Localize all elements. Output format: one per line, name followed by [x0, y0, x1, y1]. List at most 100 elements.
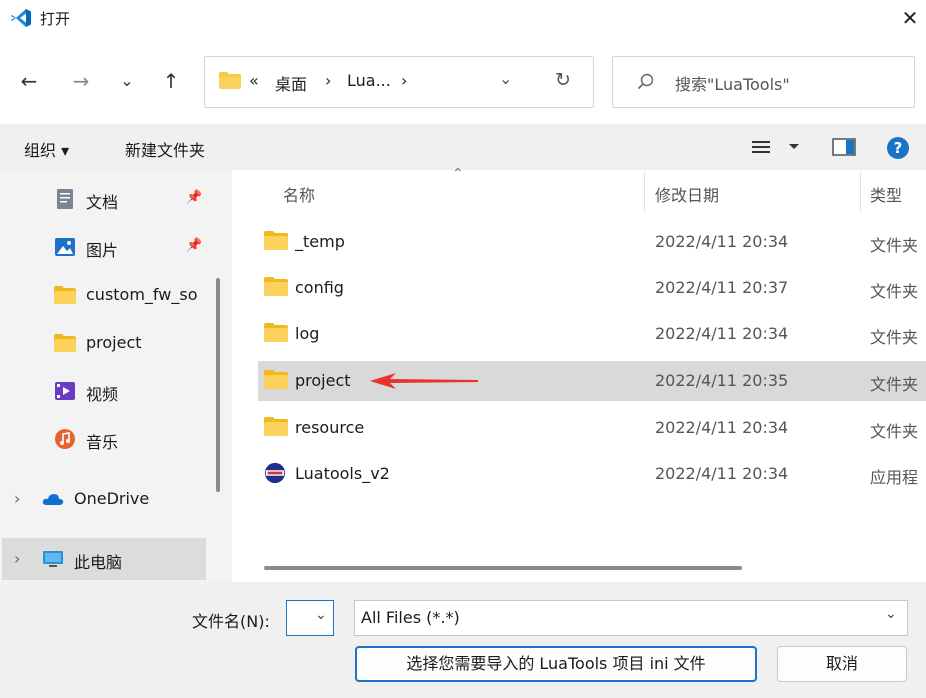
sidebar-item-videos[interactable]: 视频 — [0, 370, 210, 414]
expand-chevron-icon[interactable]: › — [14, 549, 20, 568]
file-name: project — [295, 371, 351, 390]
file-type: 文件夹 — [870, 422, 919, 441]
back-button[interactable]: ← — [14, 66, 44, 96]
file-name: resource — [295, 418, 365, 437]
address-dropdown-button[interactable]: ⌄ — [499, 69, 512, 88]
folder-icon — [264, 231, 288, 250]
sidebar-item-this-pc[interactable]: › 此电脑 — [0, 538, 210, 582]
forward-button[interactable]: → — [66, 66, 96, 96]
file-date: 2022/4/11 20:34 — [655, 324, 789, 343]
filename-combobox[interactable]: ⌄ — [286, 600, 334, 636]
sidebar-item-label: 图片 — [86, 241, 119, 260]
luatools-app-icon — [264, 462, 286, 484]
filename-label: 文件名(N): — [192, 612, 270, 631]
computer-icon — [43, 551, 63, 567]
sort-ascending-icon: ⌃ — [452, 166, 464, 182]
chevron-down-icon[interactable]: ⌄ — [315, 607, 327, 623]
folder-icon — [54, 334, 76, 352]
column-separator[interactable] — [644, 172, 645, 212]
navigation-scrollbar[interactable] — [216, 278, 220, 492]
file-type: 文件夹 — [870, 282, 919, 301]
column-header-type[interactable]: 类型 — [870, 182, 902, 206]
sidebar-item-pictures[interactable]: 图片 📌 — [0, 226, 210, 270]
sidebar-item-onedrive[interactable]: › OneDrive — [0, 478, 210, 522]
pin-icon: 📌 — [186, 190, 203, 205]
breadcrumb-separator: › — [325, 71, 332, 90]
filetype-select[interactable]: All Files (*.*) ⌄ — [354, 600, 908, 636]
breadcrumb-luatools[interactable]: Lua... — [347, 71, 391, 90]
file-row-project[interactable]: project 2022/4/11 20:35 文件夹 — [258, 361, 926, 401]
sidebar-item-label: 文档 — [86, 193, 119, 212]
expand-chevron-icon[interactable]: › — [14, 489, 20, 508]
music-icon — [55, 429, 75, 449]
pin-icon: 📌 — [186, 238, 203, 253]
folder-icon — [219, 72, 241, 89]
file-type: 应用程 — [870, 468, 919, 487]
folder-icon — [264, 277, 288, 296]
vscode-icon — [11, 9, 31, 27]
document-icon — [57, 189, 73, 209]
file-type: 文件夹 — [870, 375, 919, 394]
search-icon — [637, 73, 654, 90]
cancel-button[interactable]: 取消 — [777, 646, 907, 682]
sidebar-item-label: custom_fw_so — [86, 285, 198, 304]
recent-locations-button[interactable]: ⌄ — [112, 66, 142, 96]
view-dropdown-icon[interactable] — [788, 143, 800, 151]
sidebar-item-label: 此电脑 — [74, 553, 123, 572]
view-menu-icon[interactable] — [752, 139, 772, 155]
open-button[interactable]: 选择您需要导入的 LuaTools 项目 ini 文件 — [355, 646, 757, 682]
filetype-value: All Files (*.*) — [361, 608, 460, 627]
file-row-temp[interactable]: _temp 2022/4/11 20:34 文件夹 — [258, 222, 926, 262]
file-row-log[interactable]: log 2022/4/11 20:34 文件夹 — [258, 314, 926, 354]
file-name: _temp — [295, 232, 345, 251]
file-date: 2022/4/11 20:34 — [655, 418, 789, 437]
column-header-date[interactable]: 修改日期 — [655, 182, 719, 206]
folder-icon — [264, 323, 288, 342]
breadcrumb-desktop[interactable]: 桌面 — [275, 71, 307, 95]
search-box[interactable]: 搜索"LuaTools" — [612, 56, 915, 108]
file-type: 文件夹 — [870, 328, 919, 347]
file-name: config — [295, 278, 344, 297]
svg-text:?: ? — [894, 139, 903, 157]
sidebar-item-label: OneDrive — [74, 489, 150, 508]
command-bar: 组织 ▾ 新建文件夹 ? — [0, 124, 926, 170]
breadcrumb-separator: › — [401, 71, 408, 90]
chevron-down-icon[interactable]: ⌄ — [885, 606, 897, 622]
file-date: 2022/4/11 20:35 — [655, 371, 789, 390]
address-overflow[interactable]: « — [249, 71, 259, 90]
sidebar-item-project[interactable]: project — [0, 322, 210, 366]
file-name: Luatools_v2 — [295, 464, 390, 483]
sidebar-item-label: 视频 — [86, 385, 119, 404]
folder-icon — [54, 286, 76, 304]
file-date: 2022/4/11 20:34 — [655, 232, 789, 251]
organize-button[interactable]: 组织 ▾ — [24, 137, 69, 161]
file-name: log — [295, 324, 320, 343]
preview-pane-icon[interactable] — [832, 138, 856, 156]
sidebar-item-music[interactable]: 音乐 — [0, 418, 210, 462]
folder-icon — [264, 417, 288, 436]
help-icon[interactable]: ? — [886, 136, 910, 160]
column-header-name[interactable]: 名称 — [283, 182, 315, 206]
file-row-luatools[interactable]: Luatools_v2 2022/4/11 20:34 应用程 — [258, 454, 926, 494]
column-separator[interactable] — [860, 172, 861, 212]
sidebar-item-label: 音乐 — [86, 433, 119, 452]
file-date: 2022/4/11 20:34 — [655, 464, 789, 483]
file-row-resource[interactable]: resource 2022/4/11 20:34 文件夹 — [258, 408, 926, 448]
search-input[interactable]: 搜索"LuaTools" — [675, 71, 790, 95]
refresh-button[interactable]: ↻ — [555, 69, 571, 91]
picture-icon — [55, 238, 75, 256]
sidebar-item-custom-fw[interactable]: custom_fw_so — [0, 274, 210, 318]
folder-icon — [264, 370, 288, 389]
address-bar[interactable]: « 桌面 › Lua... › ⌄ ↻ — [204, 56, 594, 108]
close-button[interactable]: ✕ — [896, 4, 924, 32]
video-icon — [55, 382, 75, 400]
horizontal-scrollbar[interactable] — [264, 566, 742, 570]
file-date: 2022/4/11 20:37 — [655, 278, 789, 297]
red-arrow-annotation — [370, 373, 478, 389]
new-folder-button[interactable]: 新建文件夹 — [125, 137, 205, 161]
up-button[interactable]: ↑ — [156, 66, 186, 96]
file-row-config[interactable]: config 2022/4/11 20:37 文件夹 — [258, 268, 926, 308]
sidebar-item-label: project — [86, 333, 142, 352]
sidebar-item-documents[interactable]: 文档 📌 — [0, 178, 210, 222]
window-title: 打开 — [40, 10, 71, 28]
